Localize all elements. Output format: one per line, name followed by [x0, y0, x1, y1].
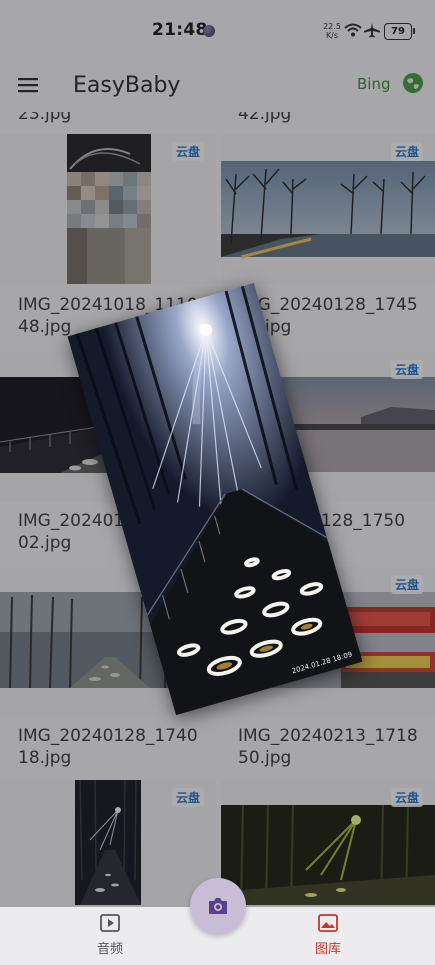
- wifi-icon: [344, 23, 362, 37]
- file-name: 23.jpg: [18, 112, 72, 124]
- nav-audio-label: 音频: [96, 942, 123, 957]
- screen: 21:48 22.5 K/s 79 EasyBaby Bing 23.jpg 4…: [0, 0, 435, 965]
- cloud-badge: 云盘: [391, 360, 424, 379]
- nav-gallery-label: 图库: [314, 942, 341, 957]
- nav-gallery[interactable]: 图库: [303, 913, 353, 957]
- cloud-badge: 云盘: [391, 788, 424, 807]
- file-name: IMG_20240128_174018.jpg: [18, 726, 198, 768]
- file-name-tail: 02.jpg: [18, 533, 72, 553]
- airplane-icon: [364, 23, 380, 38]
- cloud-badge: 云盘: [172, 142, 205, 161]
- file-name: 0128_1750: [310, 510, 430, 532]
- file-name: 42.jpg: [238, 112, 292, 124]
- camera-icon: [209, 898, 227, 914]
- photo-thumbnail[interactable]: 云盘: [221, 134, 435, 284]
- app-title: EasyBaby: [73, 73, 181, 98]
- bing-globe-icon[interactable]: [402, 72, 424, 94]
- bing-label[interactable]: Bing: [357, 75, 391, 93]
- nav-audio[interactable]: 音频: [85, 913, 135, 957]
- battery-tip: [413, 28, 415, 34]
- app-bar: EasyBaby Bing: [0, 62, 435, 112]
- cloud-badge: 云盘: [391, 142, 424, 161]
- status-time: 21:48: [152, 20, 208, 40]
- photo-thumbnail[interactable]: 云盘: [0, 780, 216, 907]
- video-icon: [100, 914, 120, 932]
- battery-indicator: 79: [384, 23, 412, 40]
- cloud-badge: 云盘: [391, 575, 424, 594]
- menu-icon[interactable]: [18, 77, 38, 93]
- cloud-badge: 云盘: [172, 788, 205, 807]
- status-bar: 21:48 22.5 K/s 79: [0, 0, 435, 62]
- image-icon: [318, 914, 338, 932]
- net-speed: 22.5 K/s: [319, 22, 345, 40]
- camera-button[interactable]: [190, 878, 246, 934]
- file-name: IMG_20240213_171850.jpg: [238, 726, 418, 768]
- photo-thumbnail[interactable]: 云盘: [0, 134, 216, 284]
- net-speed-unit: K/s: [325, 31, 339, 40]
- globe-icon: [203, 25, 215, 37]
- photo-thumbnail[interactable]: 云盘: [221, 780, 435, 907]
- net-speed-value: 22.5: [323, 22, 341, 31]
